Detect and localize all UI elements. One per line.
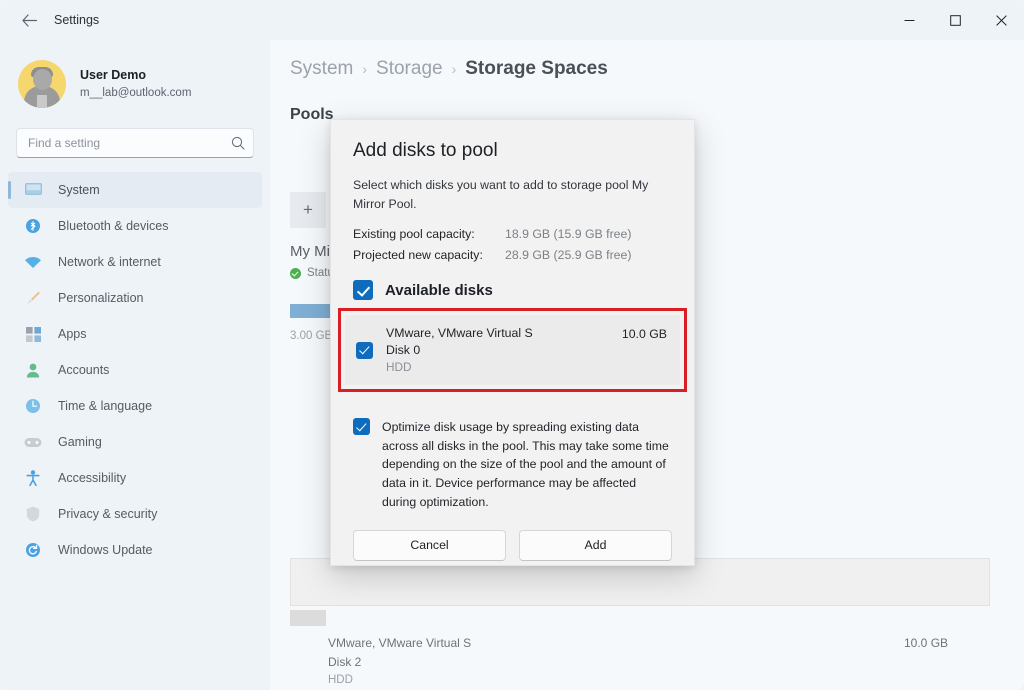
sidebar-item-network-internet[interactable]: Network & internet [8,244,262,280]
background-disk-number: Disk 2 [328,655,728,669]
dialog-description: Select which disks you want to add to st… [353,176,672,214]
projected-capacity-label: Projected new capacity: [353,248,505,262]
apps-grid-icon [22,327,44,342]
bluetooth-icon [22,218,44,234]
highlight-annotation: VMware, VMware Virtual S Disk 0 HDD 10.0… [338,308,687,392]
settings-window: Settings [0,0,1024,690]
available-disks-checkbox[interactable] [353,280,373,300]
projected-capacity-row: Projected new capacity: 28.9 GB (25.9 GB… [353,248,672,262]
sidebar-item-apps[interactable]: Apps [8,316,262,352]
sidebar-item-label: Windows Update [58,543,153,557]
existing-capacity-label: Existing pool capacity: [353,227,505,241]
add-disks-dialog: Add disks to pool Select which disks you… [330,119,695,566]
sidebar-item-personalization[interactable]: Personalization [8,280,262,316]
clock-globe-icon [22,398,44,414]
close-icon [996,15,1007,26]
shield-icon [22,506,44,522]
disk-model: VMware, VMware Virtual S [386,326,622,340]
cancel-button[interactable]: Cancel [353,530,506,561]
accessibility-icon [22,470,44,486]
search-box[interactable] [16,128,254,158]
account-text: User Demo m__lab@outlook.com [80,67,191,101]
pool-capacity-label: 3.00 GB [290,330,332,342]
breadcrumb-system[interactable]: System [290,58,353,80]
account-name: User Demo [80,67,191,84]
minimize-icon [904,15,915,26]
disk-checkbox[interactable] [356,342,373,359]
brush-icon [22,290,44,306]
available-disks-row[interactable]: Available disks [353,280,672,300]
dialog-footer: Cancel Add [331,530,694,583]
person-icon [22,363,44,378]
sidebar-item-label: Time & language [58,399,152,413]
search-input[interactable] [28,136,231,150]
sidebar-item-label: Accessibility [58,471,126,485]
account-email: m__lab@outlook.com [80,86,191,102]
minimize-button[interactable] [886,0,932,40]
sidebar-item-gaming[interactable]: Gaming [8,424,262,460]
monitor-icon [22,183,44,197]
background-disk-model: VMware, VMware Virtual S [328,636,728,650]
breadcrumb-storage-spaces: Storage Spaces [465,58,608,80]
wifi-icon [22,256,44,269]
update-icon [22,542,44,558]
sidebar-item-accounts[interactable]: Accounts [8,352,262,388]
sidebar: User Demo m__lab@outlook.com [0,40,270,690]
account-block[interactable]: User Demo m__lab@outlook.com [0,48,270,118]
window-frame: Settings [0,0,1024,690]
status-ok-icon [290,268,301,279]
back-button[interactable] [12,5,46,35]
back-arrow-icon [22,14,37,27]
background-disk-info: VMware, VMware Virtual S Disk 2 HDD Stat… [328,636,728,690]
existing-capacity-row: Existing pool capacity: 18.9 GB (15.9 GB… [353,227,672,241]
dialog-body: Add disks to pool Select which disks you… [331,120,694,512]
sidebar-nav: System Bluetooth & devices [0,172,270,568]
sidebar-item-time-language[interactable]: Time & language [8,388,262,424]
disk-size: 10.0 GB [622,327,667,341]
sidebar-item-label: Apps [58,327,87,341]
background-chip [290,610,326,626]
sidebar-item-accessibility[interactable]: Accessibility [8,460,262,496]
sidebar-item-privacy-security[interactable]: Privacy & security [8,496,262,532]
title-bar: Settings [0,0,1024,40]
projected-capacity-value: 28.9 GB (25.9 GB free) [505,248,631,262]
optimize-row[interactable]: Optimize disk usage by spreading existin… [353,418,672,511]
sidebar-item-label: Bluetooth & devices [58,219,169,233]
optimize-checkbox[interactable] [353,418,370,435]
sidebar-item-label: Personalization [58,291,143,305]
sidebar-item-label: System [58,183,100,197]
optimize-label: Optimize disk usage by spreading existin… [382,418,672,511]
gamepad-icon [22,437,44,448]
sidebar-item-system[interactable]: System [8,172,262,208]
sidebar-item-label: Accounts [58,363,109,377]
sidebar-item-label: Network & internet [58,255,161,269]
sidebar-item-label: Privacy & security [58,507,157,521]
disk-number: Disk 0 [386,343,622,357]
background-disk-size: 10.0 GB [904,636,948,650]
breadcrumb: System › Storage › Storage Spaces [270,40,1024,80]
avatar [18,60,66,108]
maximize-button[interactable] [932,0,978,40]
available-disks-label: Available disks [385,282,493,299]
add-button[interactable]: Add [519,530,672,561]
maximize-icon [950,15,961,26]
existing-capacity-value: 18.9 GB (15.9 GB free) [505,227,631,241]
dialog-title: Add disks to pool [353,140,672,162]
add-pool-button[interactable]: + [290,192,326,228]
disk-info: VMware, VMware Virtual S Disk 0 HDD [386,326,622,374]
caption-buttons [886,0,1024,40]
breadcrumb-separator-icon: › [362,61,367,77]
window-title: Settings [54,13,99,27]
sidebar-item-label: Gaming [58,435,102,449]
breadcrumb-separator-icon: › [452,61,457,77]
disk-list-item[interactable]: VMware, VMware Virtual S Disk 0 HDD 10.0… [345,315,680,385]
close-button[interactable] [978,0,1024,40]
search-icon [231,136,245,150]
background-disk-media: HDD [328,674,728,686]
sidebar-item-bluetooth-devices[interactable]: Bluetooth & devices [8,208,262,244]
sidebar-item-windows-update[interactable]: Windows Update [8,532,262,568]
breadcrumb-storage[interactable]: Storage [376,58,443,80]
disk-media-type: HDD [386,360,622,374]
